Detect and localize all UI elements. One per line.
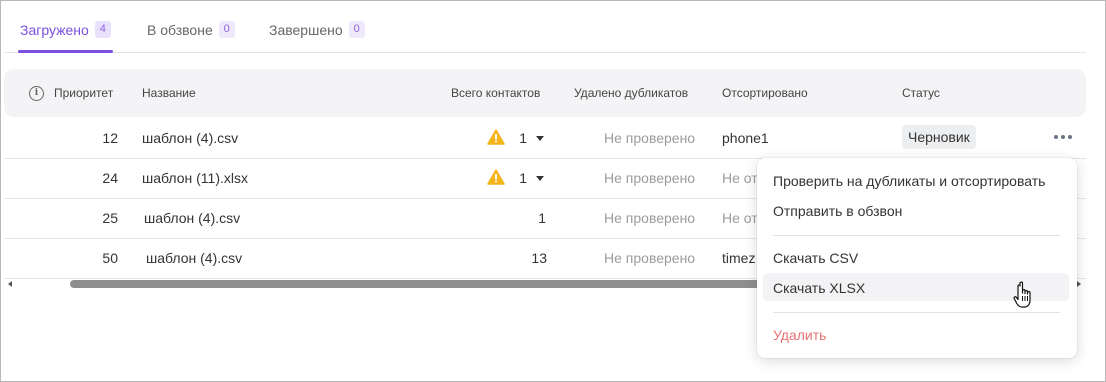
table-row[interactable]: 12 шаблон (4).csv 1 Не проверено phone1 … — [4, 118, 1086, 159]
scroll-right-arrow[interactable] — [1077, 281, 1081, 287]
menu-item-download-xlsx[interactable]: Скачать XLSX — [773, 280, 865, 296]
tab-uploaded[interactable]: Загружено 4 — [18, 21, 113, 53]
hand-pointer-icon — [1013, 281, 1035, 314]
tab-completed-count: 0 — [348, 21, 365, 38]
row-sorted: phone1 — [722, 130, 769, 146]
row-priority: 50 — [102, 250, 118, 266]
row-name: шаблон (4).csv — [144, 210, 241, 226]
row-total-contacts: 1 — [519, 130, 527, 146]
tab-in-calling-count: 0 — [218, 21, 235, 38]
row-duplicates: Не проверено — [604, 170, 696, 186]
row-name: шаблон (11).xlsx — [142, 170, 248, 186]
header-status[interactable]: Статус — [902, 86, 940, 100]
row-actions-menu: Проверить на дубликаты и отсортировать О… — [757, 158, 1077, 358]
tab-in-calling[interactable]: В обзвоне 0 — [147, 21, 235, 52]
menu-item-download-csv[interactable]: Скачать CSV — [773, 250, 858, 266]
menu-divider — [773, 235, 1060, 236]
menu-item-delete[interactable]: Удалить — [773, 327, 826, 343]
row-priority: 25 — [102, 210, 118, 226]
tab-completed[interactable]: Завершено 0 — [269, 21, 365, 52]
row-duplicates: Не проверено — [604, 250, 696, 266]
row-name: шаблон (4).csv — [146, 250, 243, 266]
row-total-contacts: 1 — [538, 210, 546, 226]
horizontal-scrollbar-thumb[interactable] — [70, 280, 760, 288]
header-priority[interactable]: Приоритет — [54, 86, 113, 100]
header-duplicates-removed[interactable]: Удалено дубликатов — [574, 86, 688, 100]
table-header: i Приоритет Название Всего контактов Уда… — [4, 69, 1086, 117]
row-priority: 24 — [102, 170, 118, 186]
chevron-down-icon[interactable] — [536, 176, 544, 181]
header-total-contacts[interactable]: Всего контактов — [451, 86, 540, 100]
row-duplicates: Не проверено — [604, 210, 696, 226]
status-badge: Черновик — [902, 125, 976, 149]
menu-item-check-duplicates[interactable]: Проверить на дубликаты и отсортировать — [773, 173, 1045, 189]
chevron-down-icon[interactable] — [536, 136, 544, 141]
tab-uploaded-label: Загружено — [20, 22, 89, 38]
row-priority: 12 — [102, 130, 118, 146]
row-sorted: Не от — [722, 210, 758, 226]
header-sorted[interactable]: Отсортировано — [722, 86, 808, 100]
scroll-left-arrow[interactable] — [8, 281, 12, 287]
row-sorted: Не от — [722, 170, 758, 186]
tab-bar: Загружено 4 В обзвоне 0 Завершено 0 — [4, 14, 1086, 53]
row-duplicates: Не проверено — [604, 130, 696, 146]
row-sorted: timez — [722, 250, 756, 266]
header-name[interactable]: Название — [142, 86, 196, 100]
tab-uploaded-count: 4 — [94, 21, 111, 38]
more-horizontal-icon[interactable] — [1054, 135, 1072, 139]
menu-item-send-to-call[interactable]: Отправить в обзвон — [773, 203, 902, 219]
tab-in-calling-label: В обзвоне — [147, 22, 213, 38]
row-name: шаблон (4).csv — [142, 130, 239, 146]
row-total-contacts: 13 — [531, 250, 547, 266]
info-icon[interactable]: i — [29, 86, 44, 101]
tab-completed-label: Завершено — [269, 22, 343, 38]
row-total-contacts: 1 — [519, 170, 527, 186]
